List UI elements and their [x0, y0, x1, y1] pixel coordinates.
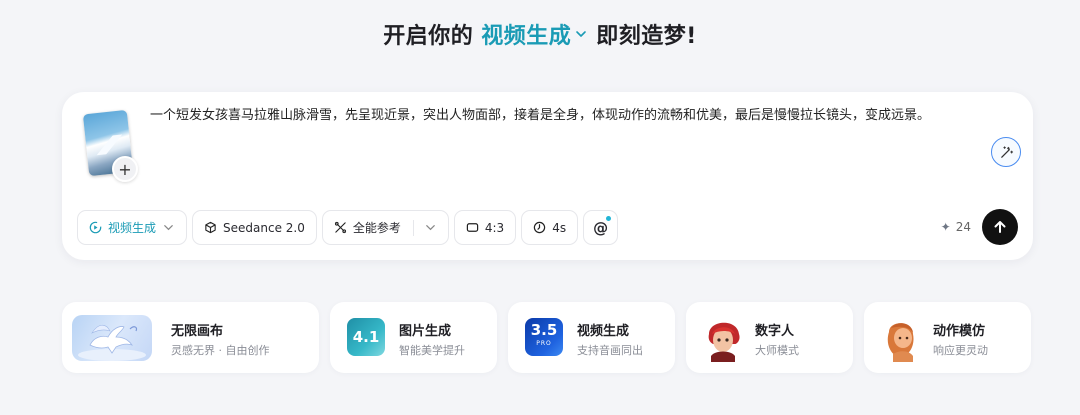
card-title: 动作模仿	[933, 324, 986, 339]
card-subtitle: 大师模式	[755, 344, 799, 357]
duration-label: 4s	[552, 220, 567, 235]
add-image-button[interactable]: +	[112, 156, 138, 182]
chevron-down-icon	[164, 225, 173, 231]
reference-select[interactable]: 全能参考	[321, 210, 449, 245]
card-subtitle: 灵感无界 · 自由创作	[171, 344, 270, 357]
chevron-down-icon	[576, 31, 587, 37]
video-play-icon	[89, 221, 102, 234]
model-select[interactable]: Seedance 2.0	[192, 210, 317, 245]
chevron-down-icon	[426, 225, 435, 231]
card-title: 视频生成	[577, 324, 630, 339]
prompt-enhance-button[interactable]	[991, 137, 1021, 167]
image-model-icon: 4.1	[347, 318, 385, 356]
video-model-tier: PRO	[536, 340, 552, 347]
feature-card-infinite-canvas[interactable]: 无限画布 灵感无界 · 自由创作	[62, 302, 319, 373]
reference-icon	[334, 221, 346, 234]
digital-human-icon	[701, 314, 745, 362]
duration-select[interactable]: 4s	[521, 210, 579, 245]
heading-prefix: 开启你的	[383, 24, 474, 49]
mode-switcher-label: 视频生成	[481, 24, 572, 49]
feature-card-image-generation[interactable]: 4.1 图片生成 智能美学提升	[330, 302, 497, 373]
pegasus-canvas-icon	[72, 315, 152, 361]
composer-toolbar: 视频生成 Seedance 2.0 全能参考 4:3 4s @	[77, 210, 619, 245]
card-subtitle: 响应更灵动	[933, 344, 988, 357]
feature-card-motion-mimic[interactable]: 动作模仿 响应更灵动	[864, 302, 1031, 373]
prompt-composer: + 一个短发女孩喜马拉雅山脉滑雪，先呈现近景，突出人物面部，接着是全身，体现动作…	[62, 92, 1033, 260]
aspect-ratio-icon	[466, 223, 479, 232]
reference-image[interactable]: +	[82, 109, 142, 182]
card-subtitle: 支持音画同出	[577, 344, 643, 357]
aspect-ratio-select[interactable]: 4:3	[453, 210, 517, 245]
model-select-label: Seedance 2.0	[223, 220, 305, 235]
send-button[interactable]	[982, 209, 1018, 245]
divider	[412, 219, 414, 236]
mode-select-label: 视频生成	[108, 221, 157, 235]
page-heading: 开启你的 视频生成 即刻造梦!	[0, 18, 1080, 50]
notification-dot	[606, 216, 612, 221]
card-title: 无限画布	[171, 324, 224, 339]
video-model-icon: 3.5 PRO	[525, 318, 563, 356]
video-model-version: 3.5	[530, 321, 558, 339]
card-title: 图片生成	[399, 324, 452, 339]
mode-select[interactable]: 视频生成	[77, 210, 188, 245]
reference-select-label: 全能参考	[352, 221, 401, 235]
credits-count: 24	[955, 220, 971, 234]
feature-card-digital-human[interactable]: 数字人 大师模式	[686, 302, 853, 373]
sparkle-icon: ✦	[940, 220, 951, 234]
magic-wand-icon	[1000, 145, 1013, 158]
heading-suffix: 即刻造梦!	[596, 24, 697, 49]
motion-mimic-icon	[879, 314, 923, 362]
clock-icon	[533, 221, 546, 234]
arrow-up-icon	[994, 221, 1006, 233]
prompt-input[interactable]: 一个短发女孩喜马拉雅山脉滑雪，先呈现近景，突出人物面部，接着是全身，体现动作的流…	[150, 106, 990, 126]
mention-button[interactable]: @	[583, 210, 619, 245]
aspect-ratio-label: 4:3	[484, 220, 505, 235]
mode-switcher[interactable]: 视频生成	[481, 18, 588, 50]
cube-icon	[205, 221, 216, 234]
feature-card-video-generation[interactable]: 3.5 PRO 视频生成 支持音画同出	[508, 302, 675, 373]
at-icon: @	[593, 218, 609, 237]
credits-indicator: ✦ 24	[941, 220, 971, 234]
card-subtitle: 智能美学提升	[399, 344, 465, 357]
card-title: 数字人	[755, 324, 795, 339]
